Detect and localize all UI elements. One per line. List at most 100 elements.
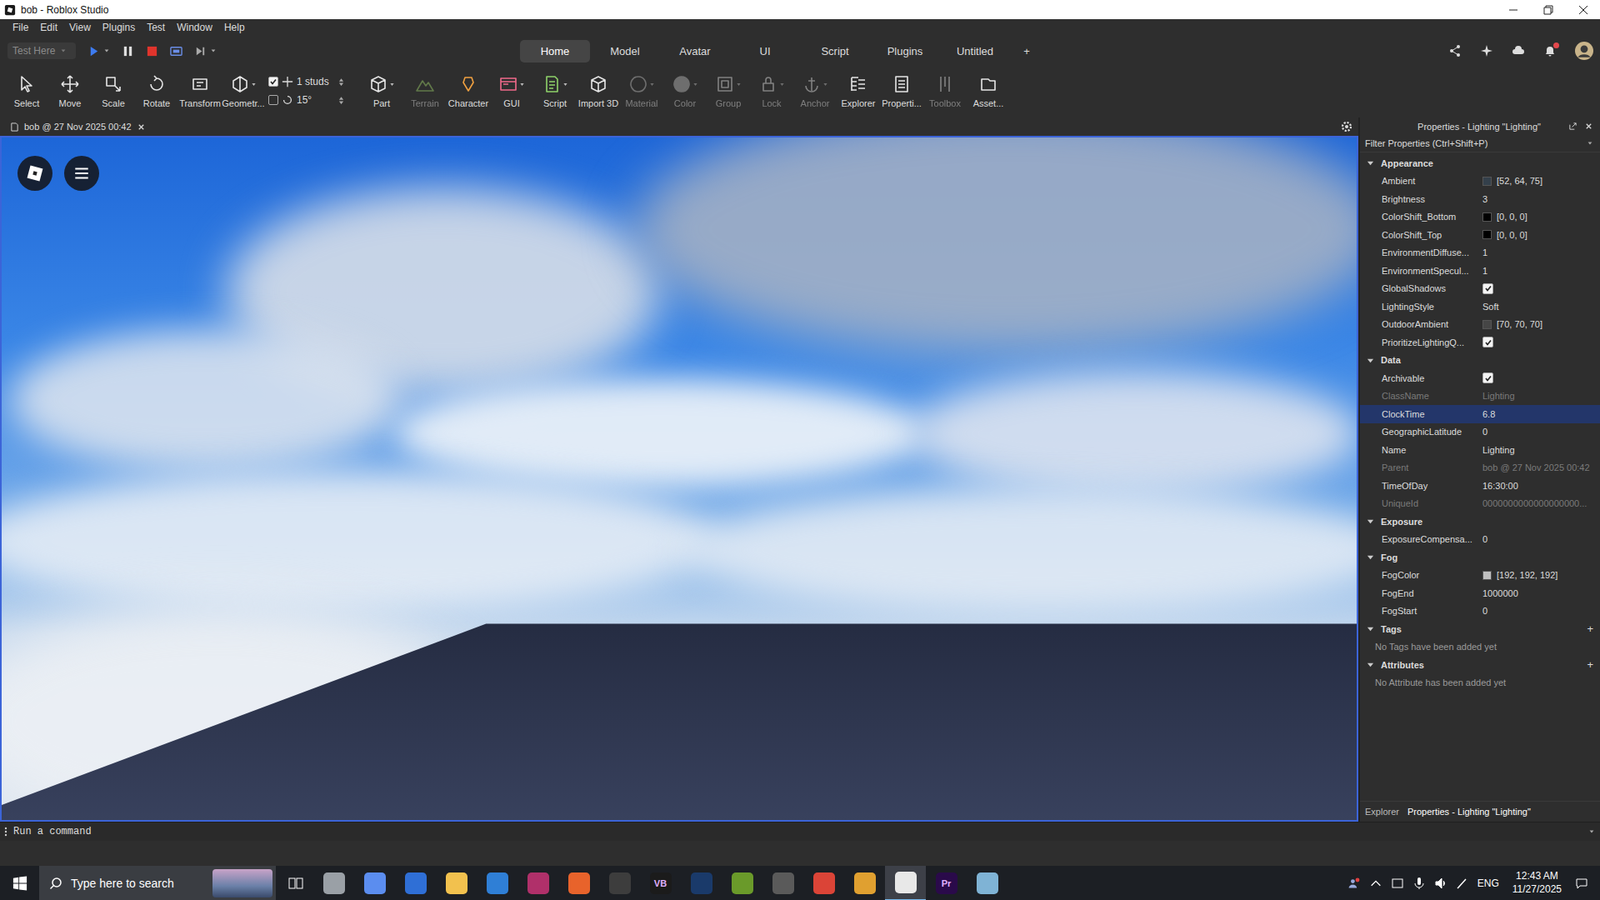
add-button[interactable]: + bbox=[1586, 658, 1594, 671]
property-row[interactable]: ClassName Lighting bbox=[1360, 387, 1600, 406]
property-row[interactable]: ClockTime 6.8 bbox=[1360, 405, 1600, 424]
property-row[interactable]: Parent bob @ 27 Nov 2025 00:42 bbox=[1360, 459, 1600, 478]
property-row[interactable]: ColorShift_Bottom [0, 0, 0] bbox=[1360, 208, 1600, 227]
restore-icon[interactable] bbox=[1543, 5, 1554, 15]
collaborate-icon[interactable] bbox=[1480, 44, 1494, 58]
taskbar-app[interactable]: Pr bbox=[925, 865, 967, 900]
ribbon-tool[interactable]: Group bbox=[706, 65, 750, 109]
property-row[interactable]: GlobalShadows bbox=[1360, 280, 1600, 299]
taskbar-app[interactable] bbox=[680, 865, 722, 900]
taskbar-app[interactable] bbox=[558, 865, 600, 900]
microphone-icon[interactable] bbox=[1412, 876, 1426, 890]
color-swatch[interactable] bbox=[1482, 176, 1492, 186]
ribbon-tool[interactable]: Terrain bbox=[403, 65, 447, 109]
notifications-button[interactable] bbox=[1543, 44, 1557, 58]
property-row[interactable]: ColorShift_Top [0, 0, 0] bbox=[1360, 225, 1600, 245]
menu-item[interactable]: Help bbox=[218, 21, 251, 34]
taskbar-app[interactable] bbox=[885, 865, 926, 900]
ribbon-tool[interactable]: Toolbox bbox=[923, 65, 967, 109]
menu-item[interactable]: Edit bbox=[34, 21, 64, 34]
menu-item[interactable]: File bbox=[6, 21, 35, 34]
property-row[interactable]: Brightness 3 bbox=[1360, 190, 1600, 209]
property-row[interactable]: GeographicLatitude 0 bbox=[1360, 423, 1600, 442]
property-row[interactable]: Ambient [52, 64, 75] bbox=[1360, 172, 1600, 191]
color-swatch[interactable] bbox=[1482, 320, 1492, 330]
windows-logo-icon[interactable] bbox=[12, 875, 28, 891]
3d-viewport[interactable] bbox=[0, 135, 1359, 822]
panel-tab[interactable]: Properties - Lighting "Lighting" bbox=[1407, 806, 1531, 817]
taskbar-app[interactable] bbox=[517, 865, 559, 900]
command-bar[interactable]: Run a command bbox=[0, 821, 1600, 841]
client-server-icon[interactable] bbox=[170, 45, 183, 58]
ribbon-tab[interactable]: Model bbox=[590, 40, 660, 63]
ribbon-tool[interactable]: Rotate bbox=[135, 65, 179, 109]
minimize-icon[interactable] bbox=[1508, 5, 1519, 15]
filter-properties-field[interactable]: Filter Properties (Ctrl+Shift+P) bbox=[1360, 135, 1600, 153]
spinner-icon[interactable] bbox=[338, 77, 345, 87]
taskbar-app[interactable] bbox=[395, 865, 436, 900]
close-panel-icon[interactable] bbox=[1584, 121, 1594, 131]
ribbon-tool[interactable]: Scale bbox=[91, 65, 135, 109]
ribbon-tab[interactable]: Avatar bbox=[660, 40, 730, 63]
roblox-menu-button[interactable] bbox=[17, 155, 53, 191]
caret-icon[interactable] bbox=[1586, 140, 1594, 147]
snap-checkbox[interactable] bbox=[268, 76, 279, 87]
property-section[interactable]: Fog bbox=[1360, 548, 1600, 567]
chevron-up-icon[interactable] bbox=[1369, 876, 1383, 890]
property-checkbox[interactable] bbox=[1482, 283, 1494, 295]
taskbar-app[interactable] bbox=[966, 865, 1008, 900]
ribbon-tool[interactable]: Select bbox=[5, 65, 49, 109]
property-row[interactable]: OutdoorAmbient [70, 70, 70] bbox=[1360, 315, 1600, 335]
ribbon-tool[interactable]: Lock bbox=[750, 65, 794, 109]
volume-icon[interactable] bbox=[1434, 876, 1448, 890]
share-icon[interactable] bbox=[1448, 44, 1462, 58]
property-checkbox[interactable] bbox=[1482, 336, 1494, 348]
close-tab-icon[interactable] bbox=[136, 122, 146, 132]
cloud-icon[interactable] bbox=[1511, 44, 1525, 58]
taskbar-search[interactable]: Type here to search bbox=[39, 865, 276, 900]
spinner-icon[interactable] bbox=[338, 95, 345, 105]
play-icon[interactable] bbox=[87, 45, 100, 58]
pop-out-icon[interactable] bbox=[1568, 121, 1578, 131]
caret-icon[interactable] bbox=[210, 47, 217, 55]
panel-tab[interactable]: Explorer bbox=[1365, 806, 1400, 817]
property-row[interactable]: PrioritizeLightingQ... bbox=[1360, 333, 1600, 352]
property-row[interactable]: Archivable bbox=[1360, 369, 1600, 388]
color-swatch[interactable] bbox=[1482, 230, 1492, 240]
hamburger-button[interactable] bbox=[64, 155, 100, 191]
color-swatch[interactable] bbox=[1482, 570, 1492, 580]
ribbon-tool[interactable]: Color bbox=[663, 65, 707, 109]
taskbar-app[interactable] bbox=[721, 865, 763, 900]
taskbar-app[interactable]: VB bbox=[640, 865, 681, 900]
action-center-icon[interactable] bbox=[1575, 876, 1589, 890]
ribbon-tool[interactable]: Properti... bbox=[880, 65, 924, 109]
task-view-icon[interactable] bbox=[287, 875, 305, 892]
taskbar-app[interactable] bbox=[844, 865, 885, 900]
ribbon-tool[interactable]: Script bbox=[533, 65, 577, 109]
ribbon-tab[interactable]: Plugins bbox=[870, 40, 940, 63]
property-row[interactable]: ExposureCompensa... 0 bbox=[1360, 530, 1600, 550]
taskbar-app[interactable] bbox=[599, 865, 640, 900]
property-checkbox[interactable] bbox=[1482, 372, 1494, 384]
property-row[interactable]: UniqueId 0000000000000000000... bbox=[1360, 495, 1600, 514]
color-swatch[interactable] bbox=[1482, 212, 1492, 222]
ribbon-tool[interactable]: Transform bbox=[178, 65, 222, 109]
caret-icon[interactable] bbox=[1588, 828, 1595, 835]
ribbon-tool[interactable]: Geometr... bbox=[221, 65, 265, 109]
property-row[interactable]: TimeOfDay 16:30:00 bbox=[1360, 476, 1600, 495]
taskbar-app[interactable] bbox=[762, 865, 804, 900]
caret-icon[interactable] bbox=[103, 47, 110, 55]
pause-icon[interactable] bbox=[121, 45, 135, 58]
property-row[interactable]: EnvironmentSpecul... 1 bbox=[1360, 261, 1600, 280]
property-row[interactable]: LightingStyle Soft bbox=[1360, 297, 1600, 316]
test-mode-dropdown[interactable]: Test Here bbox=[7, 42, 76, 60]
ribbon-tool[interactable]: GUI bbox=[490, 65, 534, 109]
ribbon-tool[interactable]: Character bbox=[446, 65, 490, 109]
ribbon-tool[interactable]: Asset... bbox=[966, 65, 1010, 109]
language-indicator[interactable]: ENG bbox=[1477, 877, 1500, 890]
property-row[interactable]: FogColor [192, 192, 192] bbox=[1360, 566, 1600, 585]
ribbon-tab[interactable]: Untitled bbox=[940, 40, 1010, 63]
gear-icon[interactable] bbox=[1340, 120, 1354, 134]
ribbon-tool[interactable]: Anchor bbox=[793, 65, 837, 109]
command-menu-icon[interactable] bbox=[3, 825, 9, 838]
